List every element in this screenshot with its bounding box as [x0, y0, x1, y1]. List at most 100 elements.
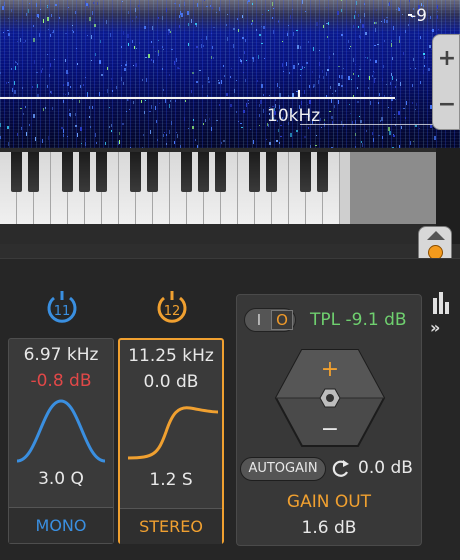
piano-black-key[interactable] — [249, 152, 260, 192]
zoom-out-button[interactable]: − — [433, 83, 460, 127]
piano-black-key[interactable] — [28, 152, 39, 192]
spectrogram-pixel — [138, 5, 139, 7]
spectrogram-pixel — [181, 13, 183, 17]
spectrogram-pixel — [324, 125, 325, 127]
spectrogram-pixel — [400, 82, 401, 86]
piano-black-key[interactable] — [11, 152, 22, 192]
spectrogram-pixel — [382, 136, 383, 139]
band-11-gain[interactable]: -0.8 dB — [9, 371, 113, 391]
spectrogram-pixel — [51, 14, 52, 17]
spectrogram-pixel — [8, 18, 9, 19]
expand-icon[interactable]: » — [430, 318, 440, 337]
gain-hex-control[interactable]: + − — [274, 348, 386, 448]
spectrogram-pixel — [139, 42, 140, 44]
spectrogram-pixel — [239, 57, 240, 58]
spectrogram-pixel — [97, 2, 98, 5]
band-12-frequency[interactable]: 11.25 kHz — [120, 346, 222, 366]
spectrogram-pixel — [412, 102, 413, 104]
spectrogram-pixel — [406, 101, 407, 105]
spectrogram-pixel — [319, 50, 320, 51]
band-12-slope[interactable]: 1.2 S — [120, 470, 222, 490]
spectrogram-pixel — [263, 26, 265, 29]
spectrogram-pixel — [394, 117, 395, 118]
spectrogram-pixel — [0, 72, 1, 74]
spectrogram-pixel — [375, 60, 377, 63]
spectrogram-pixel — [355, 133, 356, 136]
band-12-power-icon[interactable]: 12 — [152, 288, 192, 328]
spectrogram-pixel — [208, 77, 209, 80]
spectrogram-pixel — [176, 58, 177, 62]
band-11-mode-button[interactable]: MONO — [9, 507, 113, 543]
piano-black-key[interactable] — [181, 152, 192, 192]
band-11-card[interactable]: 6.97 kHz -0.8 dB 3.0 Q MONO — [8, 338, 114, 544]
spectrogram-pixel — [434, 136, 436, 140]
piano-black-key[interactable] — [96, 152, 107, 192]
spectrogram-pixel — [424, 65, 425, 67]
spectrogram-pixel — [193, 119, 194, 121]
spectrogram-pixel — [12, 88, 13, 92]
band-12-card[interactable]: 11.25 kHz 0.0 dB 1.2 S STEREO — [118, 338, 224, 544]
band-11-power-icon[interactable]: 11 — [42, 288, 82, 328]
spectrogram-pixel — [393, 135, 395, 137]
spectrogram-pixel — [238, 121, 239, 122]
spectrogram-pixel — [398, 111, 400, 115]
spectrogram-pixel — [89, 106, 90, 109]
spectrogram-pixel — [248, 100, 249, 101]
spectrogram-pixel — [296, 130, 298, 132]
spectrogram-pixel — [47, 54, 48, 55]
spectrogram-pixel — [374, 78, 376, 79]
spectrogram-pixel — [233, 28, 235, 30]
spectrogram-pixel — [79, 100, 80, 103]
piano-black-key[interactable] — [147, 152, 158, 192]
band-12-mode-button[interactable]: STEREO — [120, 508, 222, 544]
spectrogram-pixel — [410, 141, 411, 145]
zoom-panel: + − — [432, 34, 460, 130]
piano-black-key[interactable] — [266, 152, 277, 192]
spectrogram-pixel — [378, 102, 379, 104]
piano-black-key[interactable] — [198, 152, 209, 192]
spectrogram-pixel — [242, 15, 243, 18]
zoom-in-button[interactable]: + — [433, 37, 460, 81]
spectrogram-pixel — [52, 107, 53, 110]
spectrogram-pixel — [331, 99, 332, 103]
piano-keyboard[interactable] — [0, 152, 350, 224]
io-toggle[interactable]: I O — [244, 308, 296, 332]
spectrogram-pixel — [360, 36, 361, 39]
spectrogram-pixel — [287, 33, 288, 36]
piano-black-key[interactable] — [79, 152, 90, 192]
spectrogram-pixel — [429, 45, 431, 48]
spectrogram-pixel — [338, 83, 340, 86]
spectrogram-pixel — [327, 36, 328, 38]
band-12-gain[interactable]: 0.0 dB — [120, 372, 222, 392]
spectrogram-pixel — [384, 40, 385, 42]
spectrogram-pixel — [279, 142, 280, 144]
spectrogram-pixel — [188, 128, 189, 129]
spectrogram-pixel — [282, 63, 283, 67]
piano-black-key[interactable] — [215, 152, 226, 192]
spectrogram-pixel — [72, 25, 73, 26]
spectrogram-pixel — [151, 105, 152, 109]
gain-out-value[interactable]: 1.6 dB — [236, 518, 422, 538]
piano-black-key[interactable] — [62, 152, 73, 192]
spectrogram-pixel — [283, 71, 284, 72]
spectrogram-pixel — [188, 43, 189, 46]
spectrogram-pixel — [146, 78, 147, 82]
piano-black-key[interactable] — [130, 152, 141, 192]
spectrogram-pixel — [20, 108, 22, 109]
spectrogram-pixel — [409, 0, 410, 2]
bars-icon[interactable] — [432, 290, 450, 314]
spectrogram-pixel — [370, 59, 371, 61]
piano-black-key[interactable] — [317, 152, 328, 192]
band-11-q[interactable]: 3.0 Q — [9, 469, 113, 489]
reset-icon[interactable] — [330, 458, 352, 480]
spectrogram-pixel — [199, 70, 201, 71]
band-11-frequency[interactable]: 6.97 kHz — [9, 345, 113, 365]
autogain-button[interactable]: AUTOGAIN — [240, 457, 326, 481]
spectrogram-pixel — [55, 4, 57, 6]
spectrogram-pixel — [85, 138, 86, 141]
spectrogram-display[interactable]: 10kHz -9 + − — [0, 0, 460, 148]
spectrogram-pixel — [185, 100, 186, 102]
spectrogram-pixel — [337, 11, 339, 15]
piano-black-key[interactable] — [300, 152, 311, 192]
spectrogram-pixel — [164, 132, 165, 133]
